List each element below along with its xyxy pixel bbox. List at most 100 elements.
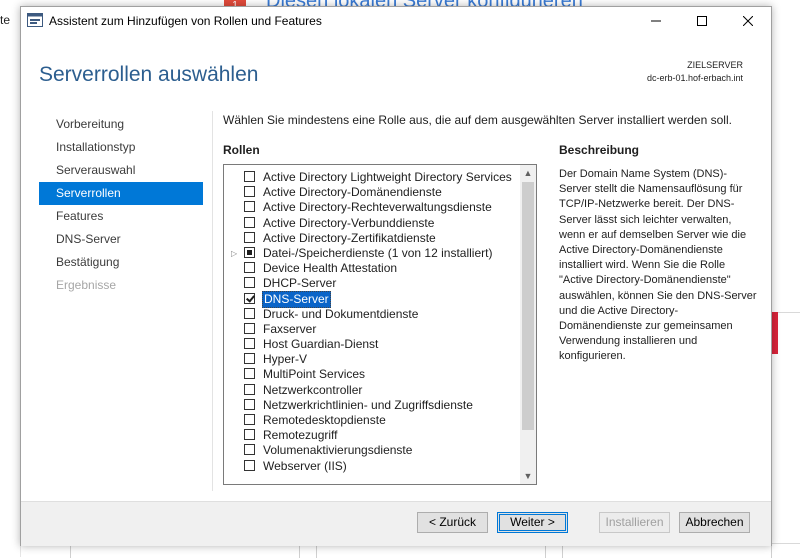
role-label[interactable]: DNS-Server	[262, 290, 331, 308]
maximize-icon	[697, 16, 707, 26]
role-checkbox[interactable]	[244, 201, 255, 213]
role-checkbox[interactable]	[244, 262, 255, 274]
role-checkbox[interactable]	[244, 186, 255, 198]
role-label[interactable]: Active Directory-Zertifikatdienste	[262, 231, 437, 246]
role-row[interactable]: Hyper-V	[224, 352, 519, 367]
role-label[interactable]: Active Directory-Rechteverwaltungsdienst…	[262, 200, 493, 215]
role-row[interactable]: Volumenaktivierungsdienste	[224, 443, 519, 458]
background-sidebar: te	[0, 0, 21, 557]
target-server-name: dc-erb-01.hof-erbach.int	[646, 73, 743, 83]
title-bar[interactable]: Assistent zum Hinzufügen von Rollen und …	[21, 7, 771, 35]
role-row[interactable]: MultiPoint Services	[224, 367, 519, 382]
nav-item-serverauswahl[interactable]: Serverauswahl	[39, 159, 203, 182]
role-row[interactable]: Active Directory-Zertifikatdienste	[224, 231, 519, 246]
background-sidebar-text: te	[0, 13, 11, 27]
role-checkbox[interactable]	[244, 307, 255, 319]
role-checkbox[interactable]	[244, 171, 255, 182]
chevron-up-icon: ▲	[523, 168, 533, 178]
role-label[interactable]: DHCP-Server	[262, 276, 337, 291]
add-roles-wizard-dialog: Assistent zum Hinzufügen von Rollen und …	[20, 6, 772, 546]
role-checkbox[interactable]	[244, 277, 255, 289]
role-checkbox[interactable]	[244, 459, 255, 471]
description-text: Der Domain Name System (DNS)-Server stel…	[559, 168, 757, 363]
roles-list[interactable]: Active Directory Lightweight Directory S…	[223, 164, 537, 485]
role-row[interactable]: Druck- und Dokumentdienste	[224, 307, 519, 322]
role-row[interactable]: Remotedesktopdienste	[224, 413, 519, 428]
role-checkbox[interactable]	[244, 292, 255, 304]
role-row[interactable]: Netzwerkcontroller	[224, 383, 519, 398]
role-label[interactable]: Remotezugriff	[262, 428, 338, 443]
nav-divider	[212, 111, 213, 491]
role-label[interactable]: Device Health Attestation	[262, 261, 398, 276]
role-row[interactable]: Remotezugriff	[224, 428, 519, 443]
role-row[interactable]: DNS-Server	[224, 290, 519, 308]
nav-item-bestaetigung[interactable]: Bestätigung	[39, 251, 203, 274]
button-bar: < Zurück Weiter > Installieren Abbrechen	[21, 501, 771, 546]
role-label[interactable]: Faxserver	[262, 322, 317, 337]
back-button[interactable]: < Zurück	[417, 512, 488, 533]
role-row[interactable]: Device Health Attestation	[224, 261, 519, 276]
role-row[interactable]: Netzwerkrichtlinien- und Zugriffsdienste	[224, 398, 519, 413]
nav-item-dns-server[interactable]: DNS-Server	[39, 228, 203, 251]
maximize-button[interactable]	[679, 7, 725, 35]
role-label[interactable]: Hyper-V	[262, 352, 308, 367]
role-label[interactable]: Datei-/Speicherdienste (1 von 12 install…	[262, 246, 493, 261]
role-label[interactable]: Netzwerkrichtlinien- und Zugriffsdienste	[262, 398, 474, 413]
expand-arrow-icon[interactable]: ▷	[231, 246, 239, 261]
role-checkbox[interactable]	[244, 338, 255, 350]
role-row[interactable]: Active Directory-Domänendienste	[224, 185, 519, 200]
role-checkbox[interactable]	[244, 368, 255, 380]
role-row[interactable]: Webserver (IIS)	[224, 459, 519, 474]
target-server-label: ZIELSERVER	[687, 60, 743, 70]
window-title: Assistent zum Hinzufügen von Rollen und …	[49, 14, 322, 28]
minimize-button[interactable]	[633, 7, 679, 35]
role-label[interactable]: Active Directory-Verbunddienste	[262, 216, 435, 231]
role-checkbox[interactable]	[244, 231, 255, 243]
wizard-navigation: Vorbereitung Installationstyp Serverausw…	[39, 113, 203, 297]
role-checkbox[interactable]	[244, 414, 255, 425]
page-title: Serverrollen auswählen	[39, 63, 259, 86]
next-button[interactable]: Weiter >	[497, 512, 568, 533]
role-label[interactable]: Webserver (IIS)	[262, 459, 348, 474]
role-row[interactable]: Host Guardian-Dienst	[224, 337, 519, 352]
role-checkbox[interactable]	[244, 444, 255, 456]
role-label[interactable]: Druck- und Dokumentdienste	[262, 307, 419, 322]
scroll-down-button[interactable]: ▼	[520, 468, 536, 484]
nav-item-serverrollen[interactable]: Serverrollen	[39, 182, 203, 205]
role-label[interactable]: Active Directory Lightweight Directory S…	[262, 170, 513, 185]
role-checkbox[interactable]	[244, 383, 255, 395]
role-row[interactable]: Active Directory Lightweight Directory S…	[224, 170, 519, 185]
role-checkbox[interactable]	[244, 429, 255, 441]
instruction-text: Wählen Sie mindestens eine Rolle aus, di…	[223, 113, 732, 127]
role-checkbox[interactable]	[244, 322, 255, 334]
nav-item-features[interactable]: Features	[39, 205, 203, 228]
nav-item-vorbereitung[interactable]: Vorbereitung	[39, 113, 203, 136]
server-manager-icon	[27, 13, 43, 27]
role-row[interactable]: Faxserver	[224, 322, 519, 337]
cancel-button[interactable]: Abbrechen	[679, 512, 750, 533]
role-label[interactable]: MultiPoint Services	[262, 367, 366, 382]
description-heading: Beschreibung	[559, 143, 640, 157]
minimize-icon	[651, 20, 661, 22]
role-checkbox[interactable]	[244, 216, 255, 228]
scroll-thumb[interactable]	[522, 182, 534, 430]
roles-heading: Rollen	[223, 143, 260, 157]
roles-scrollbar[interactable]: ▲ ▼	[520, 165, 536, 484]
role-checkbox[interactable]	[244, 246, 255, 258]
close-button[interactable]	[725, 7, 771, 35]
role-label[interactable]: Active Directory-Domänendienste	[262, 185, 443, 200]
scroll-up-button[interactable]: ▲	[520, 165, 536, 181]
nav-item-installationstyp[interactable]: Installationstyp	[39, 136, 203, 159]
role-label[interactable]: Remotedesktopdienste	[262, 413, 387, 428]
nav-item-ergebnisse: Ergebnisse	[56, 278, 117, 292]
roles-list-items: Active Directory Lightweight Directory S…	[224, 170, 519, 474]
role-row[interactable]: Active Directory-Verbunddienste	[224, 216, 519, 231]
role-row[interactable]: Active Directory-Rechteverwaltungsdienst…	[224, 200, 519, 215]
role-label[interactable]: Host Guardian-Dienst	[262, 337, 379, 352]
role-row[interactable]: ▷ Datei-/Speicherdienste (1 von 12 instal…	[224, 246, 519, 261]
role-label[interactable]: Netzwerkcontroller	[262, 383, 363, 398]
role-checkbox[interactable]	[244, 353, 255, 365]
role-label[interactable]: Volumenaktivierungsdienste	[262, 443, 413, 458]
role-row[interactable]: DHCP-Server	[224, 276, 519, 291]
role-checkbox[interactable]	[244, 398, 255, 410]
